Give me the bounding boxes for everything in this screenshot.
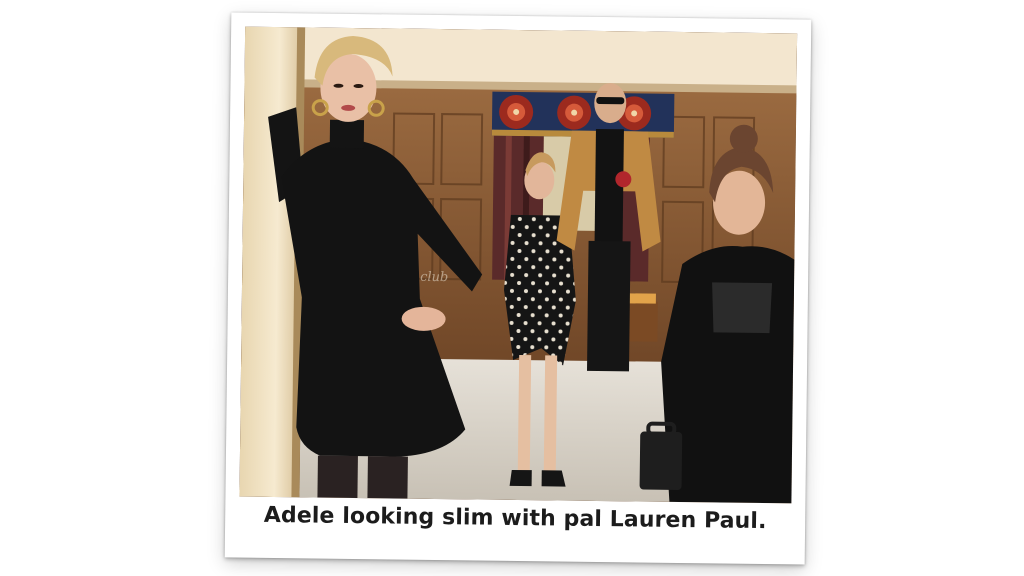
photo-watermark: club — [420, 270, 448, 285]
group-photo: club — [239, 26, 798, 504]
page-canvas: club Adele looking slim with pal Lauren … — [0, 0, 1024, 576]
photo-caption: Adele looking slim with pal Lauren Paul. — [263, 502, 767, 535]
polaroid-frame: club Adele looking slim with pal Lauren … — [224, 12, 812, 565]
photo-illustration: club — [239, 26, 798, 504]
